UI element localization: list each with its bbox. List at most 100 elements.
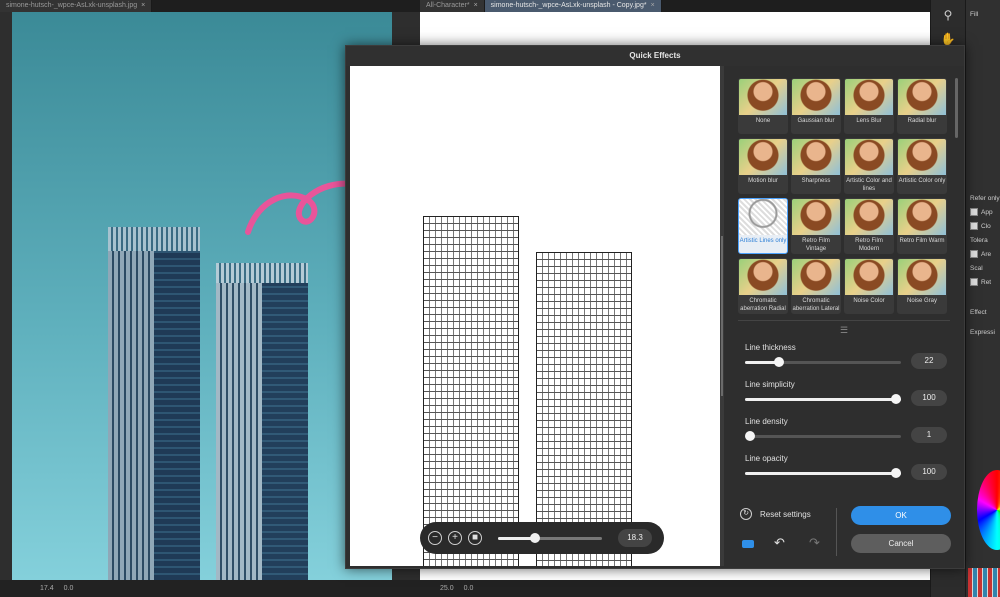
tab-label: simone-hutsch-_wpce-AsLxk-unsplash.jpg bbox=[6, 2, 138, 9]
effect-item[interactable]: Artistic Color and lines bbox=[844, 138, 894, 194]
zoom-value[interactable]: 18.3 bbox=[618, 529, 652, 547]
tab-image-copy[interactable]: simone-hutsch-_wpce-AsLxk-unsplash - Cop… bbox=[484, 0, 662, 12]
preview-scrollbar[interactable] bbox=[721, 236, 723, 396]
close-icon[interactable]: × bbox=[141, 0, 145, 12]
effect-item[interactable]: Chromatic aberration Lateral bbox=[791, 258, 841, 314]
angle-readout[interactable]: 0.0 bbox=[64, 585, 74, 592]
effect-item[interactable]: Retro Film Warm bbox=[897, 198, 947, 254]
effect-item[interactable]: Gaussian blur bbox=[791, 78, 841, 134]
effect-item[interactable]: Noise Gray bbox=[897, 258, 947, 314]
sketch-building-right bbox=[536, 252, 632, 566]
param-slider[interactable] bbox=[745, 468, 901, 478]
effect-item[interactable]: Retro Film Vintage bbox=[791, 198, 841, 254]
param-slider-fill bbox=[745, 398, 901, 401]
effect-thumbnail bbox=[739, 79, 787, 115]
effect-item[interactable]: Motion blur bbox=[738, 138, 788, 194]
param-row: Line simplicity 100 bbox=[745, 380, 955, 410]
building-crown bbox=[216, 263, 308, 283]
reset-settings-button[interactable]: ↻ Reset settings bbox=[740, 508, 811, 520]
param-slider-handle[interactable] bbox=[891, 468, 901, 478]
param-slider-handle[interactable] bbox=[774, 357, 785, 367]
building-left bbox=[108, 227, 200, 580]
building-crown bbox=[108, 227, 200, 251]
checkbox-icon[interactable] bbox=[970, 208, 978, 217]
left-ruler bbox=[0, 12, 12, 580]
effect-thumbnail bbox=[845, 199, 893, 235]
area-option[interactable]: Are bbox=[966, 248, 1000, 262]
left-canvas[interactable] bbox=[12, 12, 392, 580]
building-right bbox=[216, 263, 308, 580]
param-label: Line opacity bbox=[745, 454, 788, 463]
close-icon[interactable]: × bbox=[651, 0, 655, 12]
effect-label: Effect bbox=[970, 309, 987, 316]
retain-option[interactable]: Ret bbox=[966, 276, 1000, 290]
resize-grip-icon[interactable]: ☰ bbox=[840, 325, 848, 336]
apply-option[interactable]: App bbox=[966, 206, 1000, 220]
close-gap-option[interactable]: Clo bbox=[966, 220, 1000, 234]
effect-item[interactable]: Chromatic aberration Radial bbox=[738, 258, 788, 314]
param-label: Line thickness bbox=[745, 343, 796, 352]
effect-thumbnail bbox=[845, 139, 893, 175]
param-slider[interactable] bbox=[745, 357, 901, 367]
effect-label: Artistic Lines only bbox=[739, 238, 787, 244]
param-label: Line density bbox=[745, 417, 788, 426]
sketch-building-left bbox=[423, 216, 519, 566]
effect-item[interactable]: Retro Film Modern bbox=[844, 198, 894, 254]
checkbox-icon[interactable] bbox=[970, 222, 978, 231]
checkbox-icon[interactable] bbox=[970, 278, 978, 287]
effect-item[interactable]: Noise Color bbox=[844, 258, 894, 314]
cancel-button[interactable]: Cancel bbox=[851, 534, 951, 553]
reset-icon: ↻ bbox=[740, 508, 752, 520]
angle-readout[interactable]: 0.0 bbox=[464, 585, 474, 592]
param-slider-handle[interactable] bbox=[891, 394, 901, 404]
search-icon[interactable]: ⚲ bbox=[939, 6, 957, 24]
center-tabbar: All-Character* × simone-hutsch-_wpce-AsL… bbox=[420, 0, 930, 12]
effect-label: Chromatic aberration Lateral bbox=[792, 298, 840, 312]
param-value[interactable]: 100 bbox=[911, 390, 947, 406]
effect-item[interactable]: None bbox=[738, 78, 788, 134]
undo-icon[interactable]: ↶ bbox=[774, 535, 785, 551]
effect-item[interactable]: Artistic Color only bbox=[897, 138, 947, 194]
effects-scrollbar[interactable] bbox=[955, 78, 958, 138]
zoom-readout[interactable]: 25.0 bbox=[440, 585, 454, 592]
effect-label: Noise Gray bbox=[906, 298, 937, 304]
building-shadow bbox=[154, 227, 200, 580]
effect-item[interactable]: Radial blur bbox=[897, 78, 947, 134]
effect-thumbnail bbox=[739, 259, 787, 295]
effect-thumbnail bbox=[739, 139, 787, 175]
zoom-slider-handle[interactable] bbox=[530, 532, 541, 543]
effect-label: Retro Film Warm bbox=[899, 238, 945, 244]
effect-item[interactable]: Sharpness bbox=[791, 138, 841, 194]
scale-label: Scal bbox=[970, 265, 983, 272]
effect-preview[interactable]: − + ■ 18.3 bbox=[350, 66, 720, 566]
effect-item[interactable]: Artistic Lines only bbox=[738, 198, 788, 254]
zoom-slider[interactable] bbox=[498, 532, 602, 543]
effect-thumbnail bbox=[898, 259, 946, 295]
param-value[interactable]: 22 bbox=[911, 353, 947, 369]
tab-left-image[interactable]: simone-hutsch-_wpce-AsLxk-unsplash.jpg × bbox=[0, 0, 153, 12]
redo-icon[interactable]: ↷ bbox=[809, 535, 820, 551]
param-value[interactable]: 1 bbox=[911, 427, 947, 443]
effect-label: None bbox=[755, 118, 771, 124]
color-swatches[interactable] bbox=[968, 568, 1000, 597]
zoom-readout[interactable]: 17.4 bbox=[40, 585, 54, 592]
zoom-out-icon[interactable]: − bbox=[428, 531, 442, 545]
zoom-in-icon[interactable]: + bbox=[448, 531, 462, 545]
param-slider[interactable] bbox=[745, 431, 901, 441]
reset-label: Reset settings bbox=[760, 509, 811, 519]
close-icon[interactable]: × bbox=[474, 0, 478, 12]
param-slider[interactable] bbox=[745, 394, 901, 404]
tab-all-character[interactable]: All-Character* × bbox=[420, 0, 485, 12]
effect-label: Chromatic aberration Radial bbox=[740, 298, 786, 312]
effect-label: Noise Color bbox=[853, 298, 885, 304]
ok-button[interactable]: OK bbox=[851, 506, 951, 525]
param-slider-handle[interactable] bbox=[745, 431, 755, 441]
fill-label[interactable]: Fill bbox=[966, 8, 1000, 22]
effect-label: Artistic Color and lines bbox=[846, 178, 892, 192]
param-value[interactable]: 100 bbox=[911, 464, 947, 480]
effect-label: Artistic Color only bbox=[898, 178, 946, 184]
compare-toggle-icon[interactable] bbox=[742, 540, 754, 548]
effect-item[interactable]: Lens Blur bbox=[844, 78, 894, 134]
fit-icon[interactable]: ■ bbox=[468, 531, 482, 545]
checkbox-icon[interactable] bbox=[970, 250, 978, 259]
